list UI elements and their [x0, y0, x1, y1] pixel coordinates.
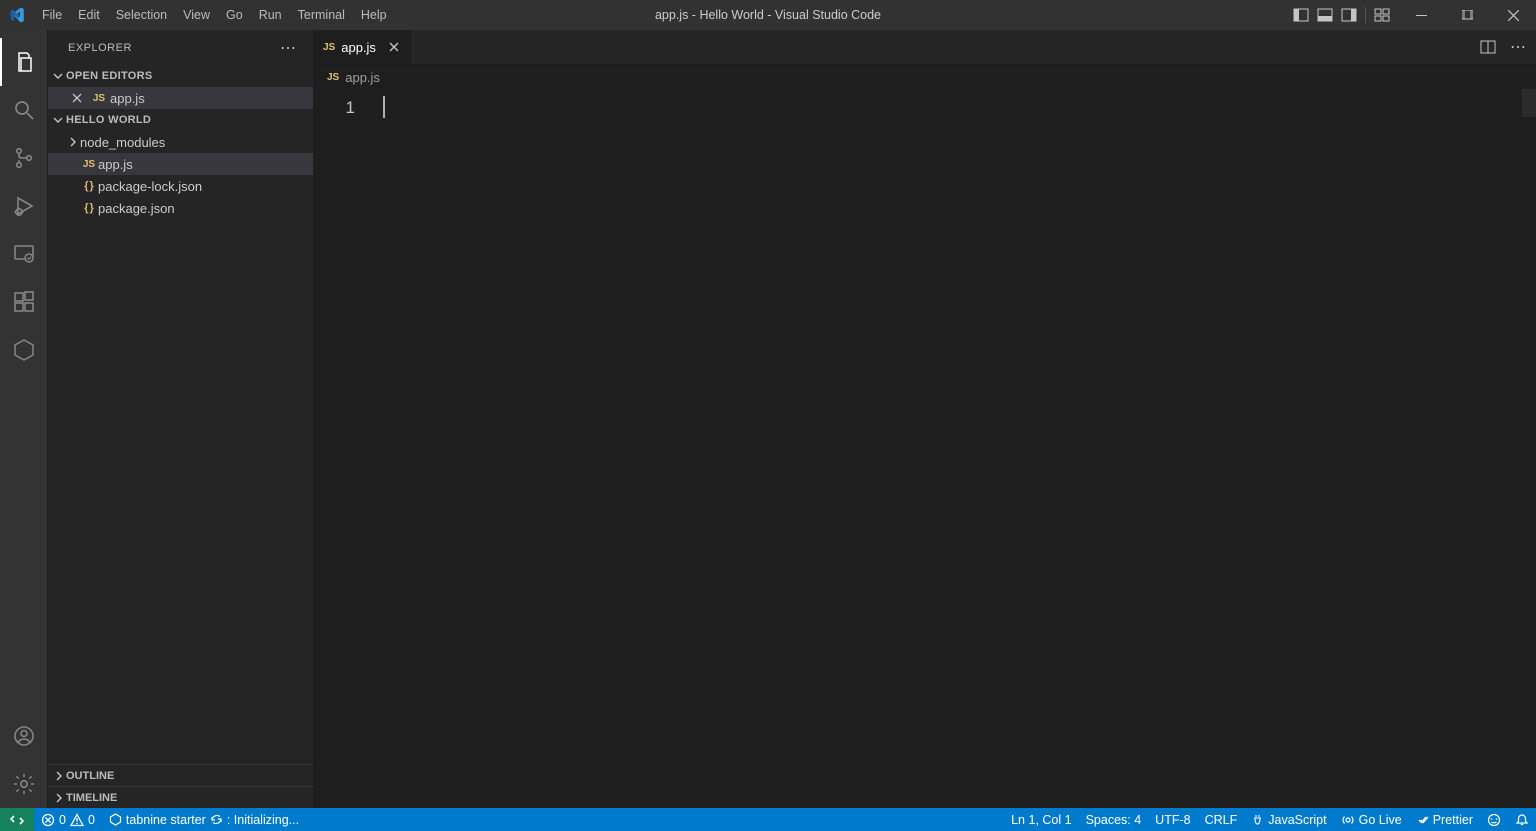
open-editor-item[interactable]: JS app.js — [48, 87, 313, 109]
file-label: package.json — [98, 201, 175, 216]
explorer-sidebar: EXPLORER ⋯ OPEN EDITORS JS app.js HELLO … — [48, 30, 313, 808]
menu-go[interactable]: Go — [218, 0, 251, 30]
activity-settings-icon[interactable] — [0, 760, 48, 808]
activity-run-debug-icon[interactable] — [0, 182, 48, 230]
close-icon[interactable] — [66, 92, 88, 104]
explorer-more-icon[interactable]: ⋯ — [280, 38, 297, 58]
status-bar: 0 0 tabnine starter : Initializing... Ln… — [0, 808, 1536, 831]
json-file-icon: { } — [80, 180, 98, 192]
tab-bar: JS app.js ⋯ — [313, 30, 1536, 65]
json-file-icon: { } — [80, 202, 98, 214]
window-maximize-button[interactable] — [1444, 0, 1490, 30]
menu-help[interactable]: Help — [353, 0, 395, 30]
code-content[interactable] — [381, 89, 1522, 808]
chevron-right-icon — [52, 770, 66, 782]
file-tree-item-js[interactable]: JS app.js — [48, 153, 313, 175]
menubar: File Edit Selection View Go Run Terminal… — [34, 0, 395, 30]
file-label: package-lock.json — [98, 179, 202, 194]
open-editors-section[interactable]: OPEN EDITORS — [48, 65, 313, 87]
vscode-logo-icon — [0, 6, 34, 24]
status-prettier[interactable]: Prettier — [1409, 808, 1480, 831]
status-feedback-icon[interactable] — [1480, 808, 1508, 831]
tab-label: app.js — [341, 40, 376, 55]
toggle-primary-sidebar-icon[interactable] — [1293, 7, 1309, 23]
activity-tabnine-icon[interactable] — [0, 326, 48, 374]
window-minimize-button[interactable] — [1398, 0, 1444, 30]
minimap[interactable] — [1522, 89, 1536, 808]
status-cursor-position[interactable]: Ln 1, Col 1 — [1004, 808, 1078, 831]
error-count: 0 — [59, 813, 66, 827]
outline-section[interactable]: OUTLINE — [48, 764, 313, 786]
file-label: app.js — [98, 157, 133, 172]
remote-indicator[interactable] — [0, 808, 34, 831]
activity-explorer-icon[interactable] — [0, 38, 48, 86]
activity-search-icon[interactable] — [0, 86, 48, 134]
status-indentation[interactable]: Spaces: 4 — [1079, 808, 1149, 831]
menu-run[interactable]: Run — [251, 0, 290, 30]
js-file-icon: JS — [80, 159, 98, 170]
status-notifications-icon[interactable] — [1508, 808, 1536, 831]
editor-tab[interactable]: JS app.js — [313, 30, 411, 64]
file-tree-item-json[interactable]: { } package.json — [48, 197, 313, 219]
outline-label: OUTLINE — [66, 770, 114, 782]
warning-count: 0 — [88, 813, 95, 827]
activity-source-control-icon[interactable] — [0, 134, 48, 182]
explorer-title: EXPLORER — [68, 42, 132, 54]
workspace-section[interactable]: HELLO WORLD — [48, 109, 313, 131]
tabnine-status: : Initializing... — [227, 813, 299, 827]
file-tree-item-json[interactable]: { } package-lock.json — [48, 175, 313, 197]
window-close-button[interactable] — [1490, 0, 1536, 30]
split-editor-icon[interactable] — [1480, 39, 1496, 55]
status-language[interactable]: JavaScript — [1244, 808, 1333, 831]
js-file-icon: JS — [327, 72, 339, 83]
status-encoding[interactable]: UTF-8 — [1148, 808, 1197, 831]
editor-more-icon[interactable]: ⋯ — [1510, 37, 1526, 57]
status-eol[interactable]: CRLF — [1198, 808, 1245, 831]
menu-view[interactable]: View — [175, 0, 218, 30]
menu-file[interactable]: File — [34, 0, 70, 30]
activity-accounts-icon[interactable] — [0, 712, 48, 760]
menu-terminal[interactable]: Terminal — [290, 0, 353, 30]
layout-controls — [1293, 7, 1398, 23]
editor-group: JS app.js ⋯ JS app.js 1 — [313, 30, 1536, 808]
activity-remote-explorer-icon[interactable] — [0, 230, 48, 278]
workspace-label: HELLO WORLD — [66, 114, 151, 126]
chevron-right-icon — [66, 136, 80, 148]
status-go-live[interactable]: Go Live — [1334, 808, 1409, 831]
layout-divider — [1365, 7, 1366, 23]
breadcrumb[interactable]: JS app.js — [313, 65, 1536, 89]
status-problems[interactable]: 0 0 — [34, 808, 102, 831]
customize-layout-icon[interactable] — [1374, 7, 1390, 23]
line-number: 1 — [313, 95, 355, 121]
file-label: node_modules — [80, 135, 165, 150]
toggle-panel-icon[interactable] — [1317, 7, 1333, 23]
window-title: app.js - Hello World - Visual Studio Cod… — [655, 8, 881, 22]
js-file-icon: JS — [88, 93, 110, 104]
open-editor-label: app.js — [110, 91, 145, 106]
timeline-label: TIMELINE — [66, 792, 117, 804]
file-tree-item-folder[interactable]: node_modules — [48, 131, 313, 153]
timeline-section[interactable]: TIMELINE — [48, 786, 313, 808]
close-tab-icon[interactable] — [388, 41, 400, 53]
editor-area[interactable]: 1 — [313, 89, 1536, 808]
tabnine-label: tabnine starter — [126, 813, 206, 827]
chevron-down-icon — [50, 70, 66, 82]
titlebar: File Edit Selection View Go Run Terminal… — [0, 0, 1536, 30]
text-cursor — [383, 96, 385, 118]
line-number-gutter: 1 — [313, 89, 381, 808]
open-editors-label: OPEN EDITORS — [66, 70, 153, 82]
breadcrumb-file: app.js — [345, 70, 380, 85]
chevron-down-icon — [50, 114, 66, 126]
status-tabnine[interactable]: tabnine starter : Initializing... — [102, 808, 306, 831]
menu-edit[interactable]: Edit — [70, 0, 108, 30]
activity-extensions-icon[interactable] — [0, 278, 48, 326]
chevron-right-icon — [52, 792, 66, 804]
toggle-secondary-sidebar-icon[interactable] — [1341, 7, 1357, 23]
activity-bar — [0, 30, 48, 808]
js-file-icon: JS — [323, 42, 335, 53]
menu-selection[interactable]: Selection — [108, 0, 175, 30]
